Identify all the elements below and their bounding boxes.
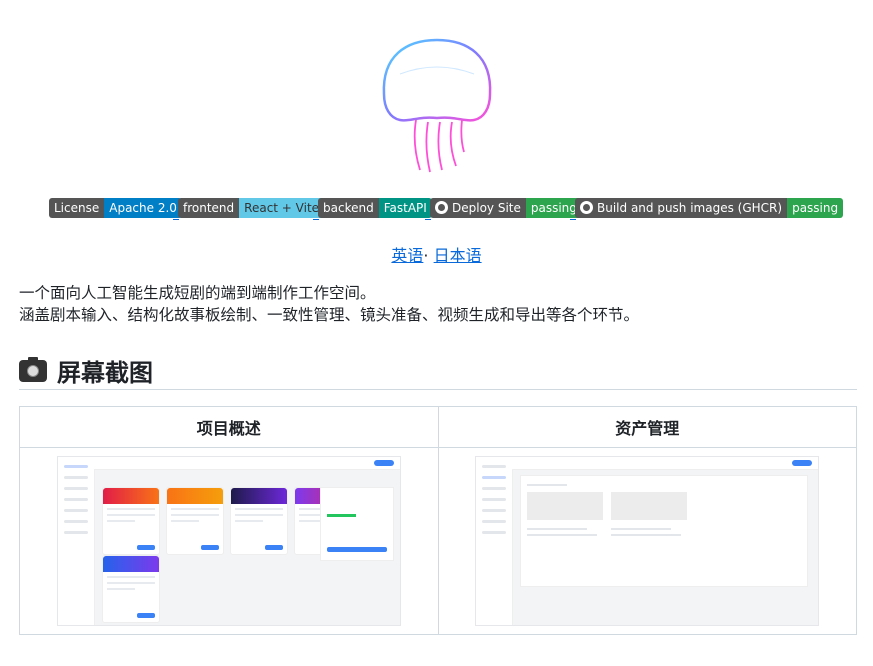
section-title: 屏幕截图: [57, 359, 153, 387]
asset-management-screenshot: [475, 456, 820, 626]
project-card: [101, 487, 160, 555]
link-underline: [173, 219, 179, 220]
license-badge[interactable]: License Apache 2.0: [49, 198, 182, 218]
badge-value: FastAPI: [378, 198, 432, 218]
badge-label: Deploy Site: [452, 201, 521, 215]
description-line: 涵盖剧本输入、结构化故事板绘制、一致性管理、镜头准备、视频生成和导出等各个环节。: [19, 306, 640, 324]
github-icon: [580, 201, 593, 214]
badge-value: Apache 2.0: [104, 198, 182, 218]
project-card: [165, 487, 224, 555]
detail-panel: [319, 487, 394, 561]
badge-value: React + Vite: [239, 198, 325, 218]
link-underline: [313, 219, 319, 220]
backend-badge[interactable]: backend FastAPI: [318, 198, 432, 218]
badge-value: passing: [525, 198, 582, 218]
table-cell: [19, 447, 439, 635]
table-header: 项目概述: [19, 406, 439, 448]
table-cell: [437, 447, 857, 635]
description-line: 一个面向人工智能生成短剧的端到端制作工作空间。: [19, 284, 376, 302]
asset-panel: [520, 475, 809, 587]
lang-separator: ·: [423, 246, 429, 265]
github-icon: [435, 201, 448, 214]
badge-label: License: [49, 198, 105, 218]
project-card: [101, 555, 160, 623]
description: 一个面向人工智能生成短剧的端到端制作工作空间。 涵盖剧本输入、结构化故事板绘制、…: [19, 282, 639, 326]
lang-link-ja[interactable]: 日本语: [434, 246, 482, 265]
project-card: [229, 487, 288, 555]
frontend-badge[interactable]: frontend React + Vite: [178, 198, 325, 218]
badge-label: Build and push images (GHCR): [597, 201, 783, 215]
badge-label: frontend: [178, 198, 240, 218]
badge-row: License Apache 2.0 frontend React + Vite…: [0, 198, 873, 220]
deploy-site-badge[interactable]: Deploy Site passing: [430, 198, 582, 218]
badge-value: passing: [787, 198, 844, 218]
sidebar: [476, 457, 514, 625]
topbar: [93, 457, 400, 470]
lang-link-en[interactable]: 英语: [391, 246, 423, 265]
project-overview-screenshot: [56, 456, 401, 626]
sidebar: [57, 457, 95, 625]
screenshots-heading: 屏幕截图: [19, 352, 857, 390]
topbar: [512, 457, 819, 470]
language-links: 英语· 日本语: [0, 242, 873, 266]
build-images-badge[interactable]: Build and push images (GHCR) passing: [575, 198, 844, 218]
camera-icon: [19, 356, 47, 382]
badge-label: backend: [318, 198, 379, 218]
table-header: 资产管理: [437, 406, 857, 448]
screenshot-table: 项目概述 资产管理: [19, 406, 857, 635]
link-underline: [570, 219, 576, 220]
link-underline: [425, 219, 431, 220]
jellyfish-logo: [382, 38, 492, 173]
